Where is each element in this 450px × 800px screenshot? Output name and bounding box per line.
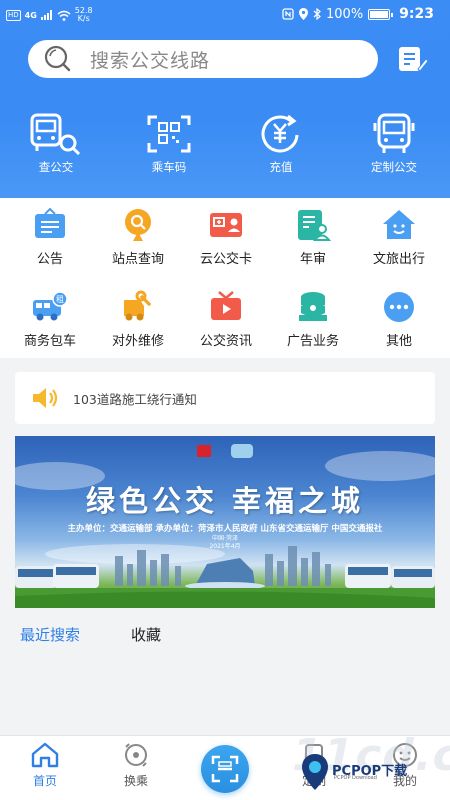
notice-text: 103道路施工绕行通知 <box>73 391 197 407</box>
service-bus-news[interactable]: 公交资讯 <box>181 290 271 349</box>
quick-action-label: 查公交 <box>38 160 74 174</box>
service-advertising[interactable]: 广告业务 <box>268 290 358 349</box>
banner-title: 绿色公交 幸福之城 <box>85 484 365 518</box>
service-announcement[interactable]: 公告 <box>5 208 95 267</box>
transfer-icon <box>125 743 147 767</box>
network-type: 4G <box>24 10 37 20</box>
quick-action-label: 充值 <box>269 160 293 174</box>
nfc-icon <box>282 8 294 20</box>
service-label: 年审 <box>299 252 326 267</box>
service-label: 商务包车 <box>23 334 76 349</box>
quick-action-qr-code[interactable]: 乘车码 <box>124 113 214 175</box>
quick-action-recharge[interactable]: 充值 <box>236 113 326 175</box>
watermark-sub: PCPOP Download <box>334 775 377 781</box>
hd-indicator: HD <box>6 9 21 21</box>
nav-home[interactable]: 首页 <box>5 742 85 789</box>
service-label: 广告业务 <box>286 334 339 349</box>
quick-actions: 查公交 乘车码 充值 定制公交 <box>0 113 450 183</box>
home-icon <box>31 742 59 768</box>
service-charter-bus[interactable]: 租 商务包车 <box>5 290 95 349</box>
service-label: 云公交卡 <box>199 252 252 267</box>
quick-action-custom-bus[interactable]: 定制公交 <box>349 113 439 175</box>
service-cloud-bus-card[interactable]: 云公交卡 <box>181 208 271 267</box>
note-edit-icon <box>399 47 429 72</box>
cloud-bus-card-icon <box>210 213 242 237</box>
note-edit-button[interactable] <box>396 43 429 75</box>
more-icon <box>384 292 414 322</box>
yuan-recharge-icon <box>261 114 299 153</box>
bluetooth-icon <box>313 8 321 20</box>
pcpop-logo-icon <box>302 754 328 790</box>
annual-review-icon <box>298 210 331 241</box>
banner-date: 中国·菏泽 2021年4月 <box>15 535 435 551</box>
clock: 9:23 <box>399 6 434 22</box>
tourism-house-icon <box>383 210 415 239</box>
battery-icon <box>368 8 394 20</box>
service-label: 公交资讯 <box>199 334 252 349</box>
service-label: 对外维修 <box>111 334 164 349</box>
qr-code-icon <box>147 115 191 153</box>
scan-button[interactable] <box>201 745 249 793</box>
recent-search-list <box>0 654 450 734</box>
news-tv-icon <box>211 291 241 320</box>
scan-qr-icon <box>211 755 239 783</box>
tab-favorites[interactable]: 收藏 <box>131 624 161 645</box>
quick-action-bus-search[interactable]: 查公交 <box>11 113 101 175</box>
search-icon <box>42 44 78 74</box>
speed-unit: K/s <box>77 14 90 23</box>
custom-bus-icon <box>373 113 415 153</box>
status-bar: HD 4G 52.8 K/s 100% 9:23 <box>0 4 450 26</box>
search-bar[interactable]: 搜索公交线路 <box>28 40 378 78</box>
signal-icon <box>40 10 52 20</box>
nav-label: 首页 <box>32 774 57 788</box>
service-annual-review[interactable]: 年审 <box>268 208 358 267</box>
service-label: 公告 <box>36 252 63 267</box>
advertising-icon <box>299 292 327 321</box>
repair-icon <box>124 290 153 321</box>
charter-bus-icon: 租 <box>33 291 68 321</box>
promo-banner[interactable]: 绿色公交 幸福之城 主办单位：交通运输部 承办单位：菏泽市人民政府 山东省交通运… <box>15 436 435 608</box>
network-speed: 52.8 K/s <box>75 7 93 23</box>
service-more[interactable]: 其他 <box>354 290 444 349</box>
service-repair[interactable]: 对外维修 <box>93 290 183 349</box>
nav-label: 换乘 <box>123 774 148 788</box>
search-tabs: 最近搜索 收藏 <box>0 614 450 654</box>
service-grid: 公告 站点查询 云公交卡 年审 文旅出行 租 商务包车 对外维修 公交资讯 广告… <box>0 198 450 358</box>
banner-place: 中国·菏泽 <box>212 535 238 542</box>
charter-badge: 租 <box>56 295 64 304</box>
tab-recent-search[interactable]: 最近搜索 <box>20 624 80 645</box>
speaker-icon <box>33 388 58 408</box>
service-label: 文旅出行 <box>372 252 425 267</box>
search-input[interactable]: 搜索公交线路 <box>90 46 210 73</box>
quick-action-label: 乘车码 <box>151 160 187 174</box>
notice-bar[interactable]: 103道路施工绕行通知 <box>15 372 435 424</box>
location-icon <box>299 8 308 20</box>
battery-percent: 100% <box>326 6 364 22</box>
nav-transfer[interactable]: 换乘 <box>96 742 176 789</box>
top-header: HD 4G 52.8 K/s 100% 9:23 搜索公交线路 查公交 乘车码 … <box>0 0 450 198</box>
quick-action-label: 定制公交 <box>371 160 417 174</box>
wifi-icon <box>57 10 71 21</box>
service-label: 站点查询 <box>111 252 164 267</box>
banner-date-text: 2021年4月 <box>209 543 241 550</box>
station-search-icon <box>125 209 151 241</box>
service-tourism[interactable]: 文旅出行 <box>354 208 444 267</box>
banner-subtitle: 主办单位：交通运输部 承办单位：菏泽市人民政府 山东省交通运输厅 中国交通报社 <box>67 524 383 534</box>
service-label: 其他 <box>385 334 412 349</box>
service-station-search[interactable]: 站点查询 <box>93 208 183 267</box>
announcement-icon <box>35 208 65 238</box>
bus-search-icon <box>30 113 81 155</box>
